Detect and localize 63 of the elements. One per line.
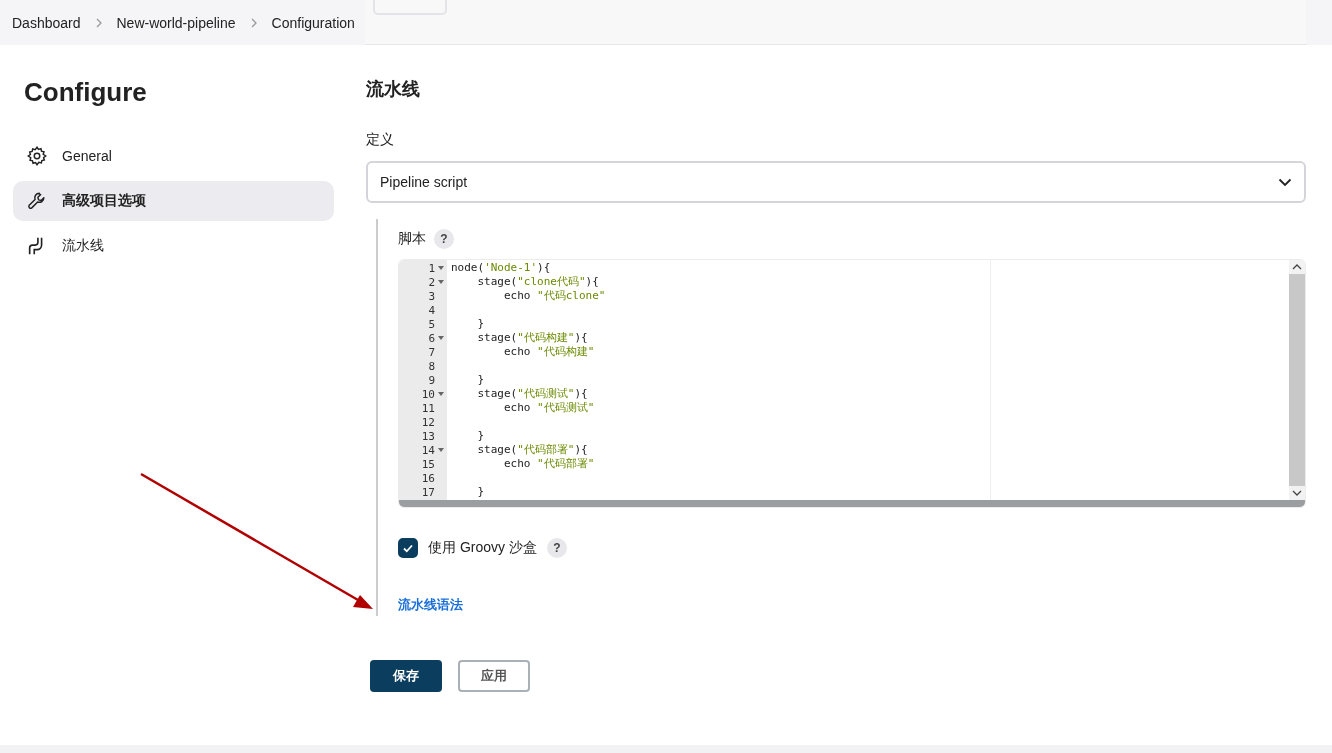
line-number: 13	[421, 429, 435, 443]
line-number: 11	[421, 401, 435, 415]
chevron-icon	[249, 16, 258, 29]
code-line: stage("代码部署"){	[476, 443, 588, 456]
code-line: echo "代码构建"	[502, 345, 595, 358]
help-button[interactable]: ?	[546, 538, 567, 558]
chevron-down-icon	[1278, 177, 1292, 187]
fold-icon[interactable]	[438, 280, 444, 284]
code-line: node('Node-1'){	[451, 261, 551, 274]
fold-icon[interactable]	[438, 336, 444, 340]
fold-icon[interactable]	[438, 266, 444, 270]
code-line: }	[476, 429, 485, 442]
field-label: 定义	[366, 131, 395, 149]
line-number: 17	[421, 485, 435, 499]
line-number: 7	[428, 345, 435, 359]
breadcrumb-link[interactable]: Configuration	[271, 14, 355, 31]
syntax-link[interactable]: 流水线语法	[398, 596, 463, 614]
code-line: echo "代码clone"	[502, 289, 606, 302]
line-number: 1	[428, 261, 435, 275]
line-number: 10	[421, 387, 435, 401]
horizontal-scrollbar[interactable]	[399, 500, 1305, 507]
line-number: 8	[428, 359, 435, 373]
page-title: Configure	[24, 77, 148, 108]
help-button[interactable]: ?	[434, 229, 454, 249]
apply-button[interactable]: 应用	[458, 660, 530, 692]
code-line: echo "代码部署"	[502, 457, 595, 470]
sidebar-item[interactable]: 高级项目选项	[13, 181, 334, 221]
chevron-icon	[94, 16, 103, 29]
line-number: 3	[428, 289, 435, 303]
code-line: stage("代码构建"){	[476, 331, 588, 344]
save-button[interactable]: 保存	[370, 660, 442, 692]
line-number: 4	[428, 303, 435, 317]
fold-icon[interactable]	[438, 448, 444, 452]
sidebar-item[interactable]: General	[13, 136, 334, 176]
line-number: 2	[428, 275, 435, 289]
code-line: }	[476, 485, 485, 498]
breadcrumb-link[interactable]: New-world-pipeline	[116, 14, 236, 31]
code-line: stage("clone代码"){	[476, 275, 599, 288]
line-number: 5	[428, 317, 435, 331]
code-line: }	[476, 317, 485, 330]
checkbox-label: 使用 Groovy 沙盒	[428, 539, 537, 557]
code-editor[interactable]: 1 2 3 4 5 6 7 8 9 10 11 12 13 14 15 16 17 node('Node-1'){ stage("clone代码"){ echo "代码clone" } stage("代码构建"){ echo "代码构建" } stage("代码测试"){ echo "代码测试" } stage("代码部署"){ echo "代码部署" }	[398, 259, 1306, 508]
line-number: 16	[421, 471, 435, 485]
field-label: 脚本	[398, 230, 426, 248]
gear-icon	[26, 145, 48, 167]
fold-icon[interactable]	[438, 392, 444, 396]
line-number: 6	[428, 331, 435, 345]
line-number: 12	[421, 415, 435, 429]
scrollbar[interactable]	[1289, 260, 1305, 500]
line-number: 9	[428, 373, 435, 387]
line-number: 14	[421, 443, 435, 457]
checkbox[interactable]	[398, 538, 418, 558]
sidebar-item[interactable]: 流水线	[13, 226, 334, 266]
code-line: echo "代码测试"	[502, 401, 595, 414]
code-line: stage("代码测试"){	[476, 387, 588, 400]
section-title: 流水线	[366, 78, 421, 101]
line-number: 15	[421, 457, 435, 471]
wrench-icon	[26, 190, 48, 212]
definition-dropdown[interactable]: Pipeline script	[366, 161, 1306, 203]
scroll-up-icon[interactable]	[1292, 264, 1302, 270]
breadcrumb-link[interactable]: Dashboard	[12, 14, 81, 31]
scroll-down-icon[interactable]	[1292, 490, 1302, 496]
code-line: }	[476, 373, 485, 386]
